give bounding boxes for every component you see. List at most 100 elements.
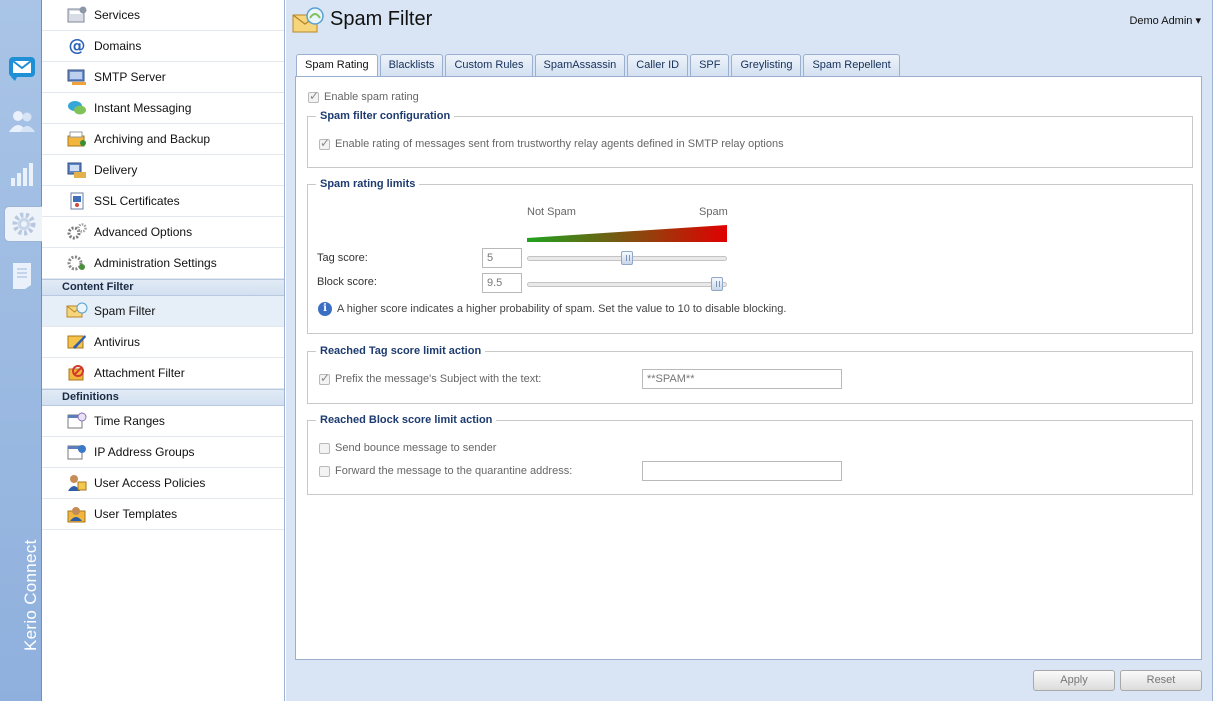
nav-item-instant-messaging[interactable]: Instant Messaging <box>42 93 284 124</box>
group-legend: Reached Tag score limit action <box>320 345 482 357</box>
spam-score-gradient <box>527 225 727 242</box>
nav-item-domains[interactable]: @ Domains <box>42 31 284 62</box>
spam-filter-icon <box>292 6 326 39</box>
admin-settings-icon <box>66 253 88 273</box>
nav-section-definitions: Definitions <box>42 389 284 406</box>
rail-logs-button[interactable] <box>4 258 40 294</box>
block-score-slider[interactable] <box>527 282 727 287</box>
nav-item-label: Attachment Filter <box>94 366 185 380</box>
rail-configuration-button[interactable] <box>4 206 42 242</box>
nav-item-label: User Access Policies <box>94 476 206 490</box>
scale-label-not-spam: Not Spam <box>527 206 576 218</box>
main-content: Spam Filter Demo Admin ▾ Spam Rating Bla… <box>286 0 1213 701</box>
nav-item-label: Delivery <box>94 163 138 177</box>
block-score-label: Block score: <box>317 276 377 288</box>
delivery-icon <box>66 160 88 180</box>
block-score-input[interactable]: 9.5 <box>482 273 522 293</box>
forward-quarantine-checkbox[interactable] <box>319 465 330 477</box>
nav-item-administration-settings[interactable]: Administration Settings <box>42 248 284 279</box>
trust-relay-row: Enable rating of messages sent from trus… <box>319 136 784 150</box>
nav-item-archiving-and-backup[interactable]: Archiving and Backup <box>42 124 284 155</box>
tab-bar: Spam Rating Blacklists Custom Rules Spam… <box>296 54 902 77</box>
spam-rating-panel: Enable spam rating Spam filter configura… <box>295 76 1202 660</box>
tab-spam-rating[interactable]: Spam Rating <box>296 54 378 77</box>
tab-spamassassin[interactable]: SpamAssassin <box>534 54 626 76</box>
nav-item-delivery[interactable]: Delivery <box>42 155 284 186</box>
page-title: Spam Filter <box>330 8 433 30</box>
tag-score-slider-thumb[interactable] <box>621 251 633 265</box>
services-icon <box>66 5 88 25</box>
info-icon: i <box>318 302 332 316</box>
enable-spam-rating-row: Enable spam rating <box>308 89 419 103</box>
user-template-icon <box>66 504 88 524</box>
document-icon <box>9 261 35 291</box>
nav-item-label: SMTP Server <box>94 70 166 84</box>
archive-icon <box>66 129 88 149</box>
antivirus-icon <box>66 332 88 352</box>
nav-item-antivirus[interactable]: Antivirus <box>42 327 284 358</box>
forward-quarantine-row: Forward the message to the quarantine ad… <box>319 465 572 477</box>
chat-bubble-icon <box>66 98 88 118</box>
tag-score-input[interactable]: 5 <box>482 248 522 268</box>
nav-item-user-templates[interactable]: User Templates <box>42 499 284 530</box>
bar-chart-icon <box>8 160 36 188</box>
certificate-icon <box>66 191 88 211</box>
enable-spam-rating-checkbox[interactable] <box>308 89 319 103</box>
nav-section-content-filter: Content Filter <box>42 279 284 296</box>
at-sign-icon: @ <box>68 36 86 56</box>
spam-score-info: i A higher score indicates a higher prob… <box>318 302 786 316</box>
brand-logo: Kerio Connect <box>8 531 40 661</box>
nav-item-time-ranges[interactable]: Time Ranges <box>42 406 284 437</box>
nav-item-ssl-certificates[interactable]: SSL Certificates <box>42 186 284 217</box>
send-bounce-checkbox[interactable] <box>319 442 330 454</box>
gear-icon <box>10 210 38 238</box>
nav-item-ip-address-groups[interactable]: IP Address Groups <box>42 437 284 468</box>
nav-item-label: Archiving and Backup <box>94 132 211 146</box>
prefix-subject-row: Prefix the message's Subject with the te… <box>319 371 542 385</box>
nav-item-attachment-filter[interactable]: Attachment Filter <box>42 358 284 389</box>
tab-spam-repellent[interactable]: Spam Repellent <box>803 54 900 76</box>
prefix-subject-input[interactable]: **SPAM** <box>642 369 842 389</box>
tab-custom-rules[interactable]: Custom Rules <box>445 54 533 76</box>
nav-item-user-access-policies[interactable]: User Access Policies <box>42 468 284 499</box>
rail-status-button[interactable] <box>4 156 40 192</box>
nav-item-label: User Templates <box>94 507 178 521</box>
quarantine-address-input[interactable] <box>642 461 842 481</box>
apply-button[interactable]: Apply <box>1033 670 1115 691</box>
trust-relay-checkbox[interactable] <box>319 136 330 150</box>
user-menu-button[interactable]: Demo Admin ▾ <box>1129 14 1201 27</box>
group-legend: Reached Block score limit action <box>320 414 493 426</box>
brand-name: Kerio Connect <box>21 539 40 651</box>
rail-mail-button[interactable] <box>4 50 40 86</box>
spam-filter-icon <box>66 301 88 321</box>
tab-greylisting[interactable]: Greylisting <box>731 54 802 76</box>
nav-item-advanced-options[interactable]: Advanced Options <box>42 217 284 248</box>
nav-item-smtp-server[interactable]: SMTP Server <box>42 62 284 93</box>
tab-blacklists[interactable]: Blacklists <box>379 54 444 76</box>
nav-item-label: Spam Filter <box>94 304 156 318</box>
settings-navigation: Services @ Domains SMTP Server Instant M… <box>42 0 285 701</box>
send-bounce-row: Send bounce message to sender <box>319 442 496 454</box>
nav-item-label: Advanced Options <box>94 225 193 239</box>
user-policy-icon <box>66 473 88 493</box>
mail-icon <box>7 53 37 83</box>
app-rail: Kerio Connect <box>0 0 42 701</box>
attachment-filter-icon <box>66 363 88 383</box>
nav-item-label: IP Address Groups <box>94 445 195 459</box>
trust-relay-label: Enable rating of messages sent from trus… <box>335 138 784 150</box>
block-score-action-group: Reached Block score limit action <box>307 414 1193 495</box>
users-icon <box>7 108 37 136</box>
nav-item-label: SSL Certificates <box>94 194 180 208</box>
nav-item-spam-filter[interactable]: Spam Filter <box>42 296 284 327</box>
reset-button[interactable]: Reset <box>1120 670 1202 691</box>
block-score-slider-thumb[interactable] <box>711 277 723 291</box>
rail-users-button[interactable] <box>4 104 40 140</box>
nav-item-label: Administration Settings <box>94 256 217 270</box>
page-header: Spam Filter Demo Admin ▾ <box>286 0 1213 44</box>
nav-item-services[interactable]: Services <box>42 0 284 31</box>
nav-item-label: Services <box>94 8 141 22</box>
tab-caller-id[interactable]: Caller ID <box>627 54 689 76</box>
prefix-subject-checkbox[interactable] <box>319 371 330 385</box>
tab-spf[interactable]: SPF <box>690 54 730 76</box>
prefix-subject-label: Prefix the message's Subject with the te… <box>335 373 542 385</box>
